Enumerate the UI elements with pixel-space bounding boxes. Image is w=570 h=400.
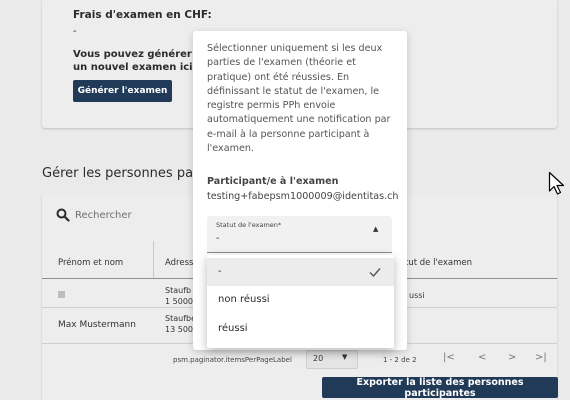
option-label: réussi [218, 323, 248, 334]
mouse-cursor-icon [548, 171, 565, 195]
exam-status-select[interactable]: Statut de l'examen* - ▲ [207, 216, 392, 253]
search-input[interactable] [75, 205, 195, 225]
address-line: Staufb [165, 286, 192, 295]
exam-fee-value: - [73, 26, 77, 37]
page-size-value: 20 [313, 354, 324, 363]
column-header-address[interactable]: Adress [165, 258, 193, 268]
status-option-dash[interactable]: - [207, 258, 394, 286]
table-cell-name: Max Mustermann [58, 320, 136, 330]
placeholder-square [58, 291, 65, 298]
first-page-icon[interactable]: |< [443, 352, 455, 363]
option-label: non réussi [218, 294, 270, 305]
column-divider [153, 241, 154, 279]
status-option-passed[interactable]: réussi [207, 315, 394, 343]
exam-status-value: - [216, 233, 220, 244]
next-page-icon[interactable]: > [508, 352, 516, 363]
status-option-failed[interactable]: non réussi [207, 286, 394, 314]
table-cell-address: Staufb 1 5000 [165, 285, 193, 307]
popup-info-text: Sélectionner uniquement si les deux part… [207, 43, 391, 155]
paginator-range: 1 - 2 de 2 [383, 356, 417, 364]
paginator-items-per-page-label: psm.paginator.itemsPerPageLabel [173, 356, 292, 364]
participants-section-title: Gérer les personnes partic [42, 166, 215, 181]
column-header-status[interactable]: tut de l'examen [405, 258, 472, 268]
previous-page-icon[interactable]: < [478, 352, 486, 363]
generate-exam-text: Vous pouvez générer un nouvel examen ici… [73, 49, 197, 73]
export-participants-button[interactable]: Exporter la liste des personnes particip… [322, 377, 558, 399]
table-cell-status: ussi [409, 291, 425, 300]
option-label: - [218, 266, 222, 277]
address-line: 1 5000 [165, 297, 193, 306]
participant-title: Participant/e à l'examen [207, 176, 339, 187]
generate-exam-button[interactable]: Générer l'examen [73, 80, 172, 102]
exam-status-label: Statut de l'examen* [216, 221, 282, 229]
exam-fee-label: Frais d'examen en CHF: [73, 9, 212, 21]
column-header-name[interactable]: Prénom et nom [58, 258, 123, 268]
caret-up-icon: ▲ [373, 225, 379, 233]
check-icon [369, 268, 381, 278]
page-size-select[interactable]: 20 ▼ [306, 350, 358, 369]
caret-down-icon: ▼ [342, 353, 348, 361]
search-icon [56, 208, 70, 222]
participant-email: testing+fabepsm1000009@identitas.ch [207, 191, 399, 202]
last-page-icon[interactable]: >| [535, 352, 547, 363]
status-dropdown-panel: - non réussi réussi [207, 255, 394, 348]
